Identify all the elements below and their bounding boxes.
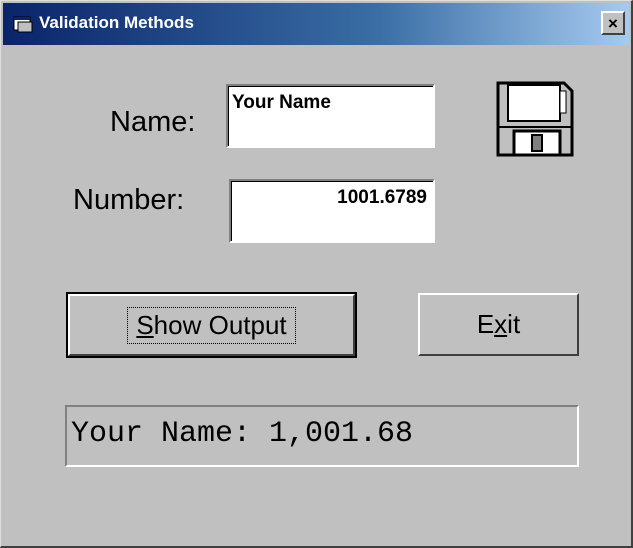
name-field-value: Your Name: [232, 92, 331, 113]
name-field[interactable]: Your Name: [226, 84, 435, 148]
show-output-label: Show Output: [127, 306, 296, 344]
output-display: Your Name: 1,001.68: [65, 405, 579, 467]
exit-label: Exit: [476, 309, 521, 339]
close-icon: ×: [608, 13, 618, 33]
output-text: Your Name: 1,001.68: [71, 417, 414, 451]
number-field[interactable]: 1001.6789: [229, 179, 435, 243]
close-button[interactable]: ×: [601, 11, 625, 35]
app-window-icon: [13, 16, 33, 33]
show-output-button[interactable]: Show Output: [66, 292, 357, 358]
number-label: Number:: [73, 184, 185, 216]
floppy-disk-icon[interactable]: [494, 81, 574, 159]
name-label: Name:: [110, 106, 196, 138]
exit-button[interactable]: Exit: [418, 293, 579, 356]
title-bar[interactable]: Validation Methods ×: [3, 3, 629, 45]
main-window: Validation Methods × Name: Your Name Num…: [0, 0, 633, 548]
window-title: Validation Methods: [39, 13, 194, 32]
number-field-value: 1001.6789: [337, 187, 427, 208]
